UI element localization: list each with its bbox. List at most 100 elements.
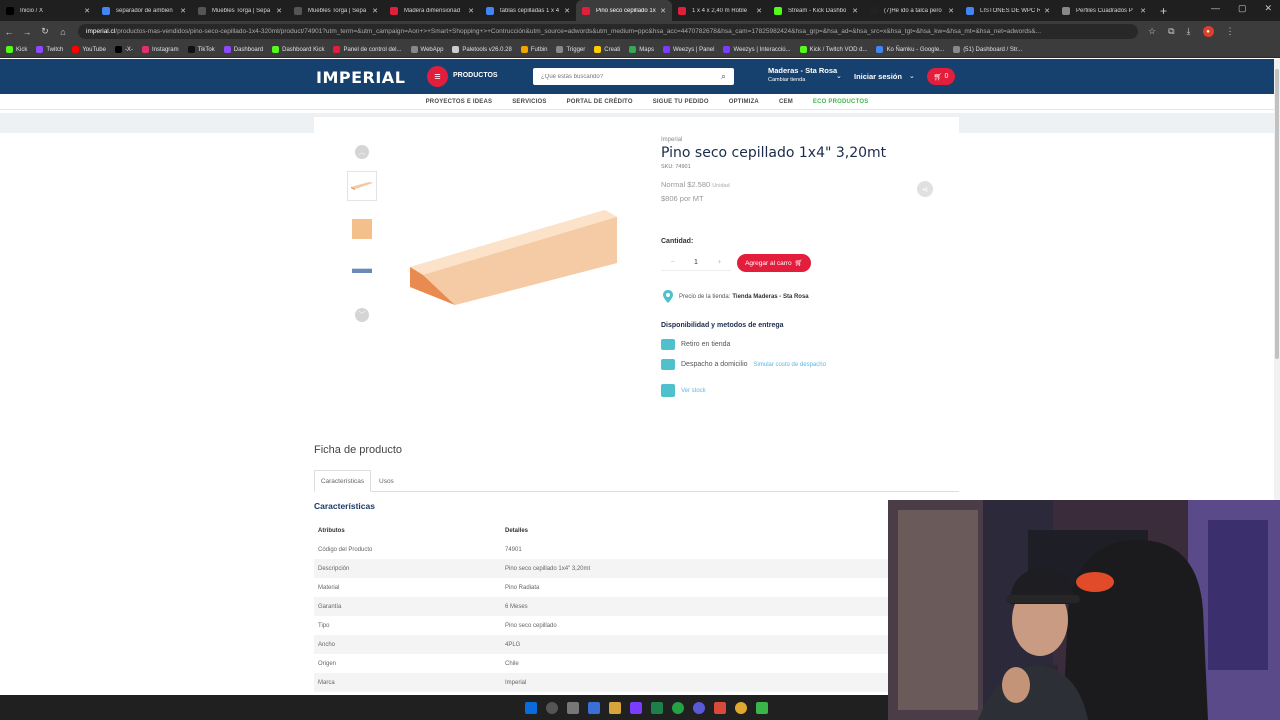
- browser-tab[interactable]: 1 x 4 x 2,40 m Roble ✕: [672, 0, 768, 21]
- tab-usos[interactable]: Usos: [371, 470, 402, 492]
- thumbnail-1[interactable]: [347, 171, 377, 201]
- maximize-icon[interactable]: ▢: [1238, 3, 1247, 14]
- login-button[interactable]: Iniciar sesión: [854, 72, 902, 81]
- search-icon[interactable]: ⌕: [721, 71, 726, 82]
- browser-tab[interactable]: Madera dimensionad ✕: [384, 0, 480, 21]
- discord-taskbar-icon[interactable]: [693, 701, 705, 714]
- close-icon[interactable]: ✕: [468, 7, 474, 15]
- thumbnail-3[interactable]: [347, 255, 377, 285]
- app-taskbar-icon[interactable]: [756, 701, 768, 714]
- bookmark-item[interactable]: Kick: [6, 46, 27, 53]
- subnav-item[interactable]: SERVICIOS: [512, 99, 546, 105]
- search-input[interactable]: [541, 73, 711, 80]
- thumbs-down-arrow-icon[interactable]: ﹀: [355, 308, 369, 322]
- bookmark-item[interactable]: Kick / Twitch VOD d...: [799, 46, 867, 53]
- product-brand[interactable]: Imperial: [661, 137, 682, 143]
- app-taskbar-icon[interactable]: [714, 701, 726, 714]
- bookmark-item[interactable]: TikTok: [187, 46, 215, 53]
- bookmark-item[interactable]: WebApp: [410, 46, 443, 53]
- view-stock-link[interactable]: Ver stock: [681, 388, 706, 394]
- bookmark-item[interactable]: Instagram: [141, 46, 179, 53]
- close-icon[interactable]: ✕: [84, 7, 90, 15]
- chrome-taskbar-icon[interactable]: [735, 701, 747, 714]
- close-icon[interactable]: ✕: [564, 7, 570, 15]
- subnav-item[interactable]: PROYECTOS E IDEAS: [426, 99, 493, 105]
- bookmark-item[interactable]: Weezys | Interacciú...: [723, 46, 791, 53]
- bookmark-item[interactable]: -X-: [114, 46, 133, 53]
- reload-icon[interactable]: ↻: [36, 26, 54, 37]
- close-icon[interactable]: ✕: [660, 7, 666, 15]
- imperial-logo[interactable]: IMPERIAL: [316, 68, 405, 87]
- edge-taskbar-icon[interactable]: [588, 701, 600, 714]
- bookmark-item[interactable]: Dashboard Kick: [272, 46, 324, 53]
- bookmark-item[interactable]: Trigger: [556, 46, 585, 53]
- folder-taskbar-icon[interactable]: [609, 701, 621, 714]
- increment-button[interactable]: +: [708, 259, 731, 266]
- close-window-icon[interactable]: ✕: [1264, 3, 1272, 14]
- quantity-value[interactable]: 1: [684, 259, 707, 266]
- browser-tab[interactable]: separador de ambien ✕: [96, 0, 192, 21]
- close-icon[interactable]: ✕: [852, 7, 858, 15]
- whatsapp-taskbar-icon[interactable]: [672, 701, 684, 714]
- menu-hamburger-button[interactable]: ≡: [427, 66, 448, 87]
- forward-icon[interactable]: →: [18, 27, 36, 37]
- thumbnail-2[interactable]: [347, 214, 377, 244]
- chevron-down-icon[interactable]: ⌄: [836, 72, 842, 80]
- bookmark-item[interactable]: Paletools v26.0.28: [452, 46, 512, 53]
- profile-avatar[interactable]: ●: [1202, 26, 1214, 37]
- windows-start-icon[interactable]: [525, 701, 537, 714]
- cart-button[interactable]: 🛒︎ 0: [927, 68, 955, 85]
- close-icon[interactable]: ✕: [180, 7, 186, 15]
- browser-tab[interactable]: Inicio / X ✕: [0, 0, 96, 21]
- spreadsheet-taskbar-icon[interactable]: [651, 701, 663, 714]
- close-icon[interactable]: ✕: [948, 7, 954, 15]
- close-icon[interactable]: ✕: [1140, 7, 1146, 15]
- browser-tab[interactable]: tablas cepilladas 1 x 4 ✕: [480, 0, 576, 21]
- app-taskbar-icon[interactable]: [630, 701, 642, 714]
- change-store-link[interactable]: Cambiar tienda: [768, 77, 837, 83]
- subnav-item[interactable]: SIGUE TU PEDIDO: [653, 99, 709, 105]
- back-icon[interactable]: ←: [0, 27, 18, 37]
- scrollbar-thumb[interactable]: [1275, 69, 1279, 359]
- browser-tab[interactable]: Pino seco cepillado 1x ✕: [576, 0, 672, 21]
- subnav-item[interactable]: PORTAL DE CRÉDITO: [567, 99, 633, 105]
- browser-tab[interactable]: Perfiles Cuadrados P ✕: [1056, 0, 1152, 21]
- search-taskbar-icon[interactable]: [546, 701, 558, 714]
- browser-tab[interactable]: (7)He ido a talca pero ✕: [864, 0, 960, 21]
- share-icon[interactable]: ⋖: [917, 181, 933, 197]
- browser-tab[interactable]: LISTONES DE WPC RE ✕: [960, 0, 1056, 21]
- bookmark-item[interactable]: Creati: [594, 46, 620, 53]
- new-tab-icon[interactable]: +: [1152, 4, 1175, 18]
- browser-tab[interactable]: Stream - Kick Dashbo ✕: [768, 0, 864, 21]
- browser-menu-icon[interactable]: ⋮: [1226, 26, 1235, 37]
- subnav-item[interactable]: OPTIMIZA: [729, 99, 759, 105]
- close-icon[interactable]: ✕: [756, 7, 762, 15]
- bookmark-item[interactable]: Ko Ñamku - Google...: [876, 46, 944, 53]
- decrement-button[interactable]: −: [661, 259, 684, 266]
- bookmark-item[interactable]: Futbin: [520, 46, 547, 53]
- browser-tab[interactable]: Muebles Torga | Sepa ✕: [192, 0, 288, 21]
- bookmark-item[interactable]: YouTube: [72, 46, 106, 53]
- browser-tab[interactable]: Muebles Torga | Sepa ✕: [288, 0, 384, 21]
- close-icon[interactable]: ✕: [1044, 7, 1050, 15]
- subnav-item[interactable]: ECO PRODUCTOS: [813, 99, 869, 105]
- page-scrollbar[interactable]: [1274, 59, 1280, 500]
- bookmark-item[interactable]: Twitch: [36, 46, 63, 53]
- chevron-down-icon[interactable]: ⌄: [909, 72, 915, 80]
- simulate-shipping-link[interactable]: Simular costo de despacho: [754, 362, 826, 368]
- bookmark-item[interactable]: Dashboard: [223, 46, 263, 53]
- settings-taskbar-icon[interactable]: [567, 701, 579, 714]
- bookmark-item[interactable]: (51) Dashboard / Str...: [953, 46, 1022, 53]
- extensions-icon[interactable]: ⧉: [1168, 26, 1174, 37]
- bookmark-item[interactable]: Weezys | Panel: [662, 46, 714, 53]
- store-selector[interactable]: Maderas - Sta Rosa Cambiar tienda: [768, 66, 837, 83]
- bookmark-star-icon[interactable]: ☆: [1148, 26, 1156, 37]
- product-main-image[interactable]: [405, 205, 625, 315]
- close-icon[interactable]: ✕: [372, 7, 378, 15]
- bookmark-item[interactable]: Maps: [629, 46, 654, 53]
- minimize-icon[interactable]: —: [1211, 3, 1220, 14]
- bookmark-item[interactable]: Panel de control del...: [333, 46, 402, 53]
- products-menu-label[interactable]: PRODUCTOS: [453, 72, 498, 79]
- thumbs-up-arrow-icon[interactable]: ︿: [355, 145, 369, 159]
- tab-caracteristicas[interactable]: Características: [314, 470, 371, 492]
